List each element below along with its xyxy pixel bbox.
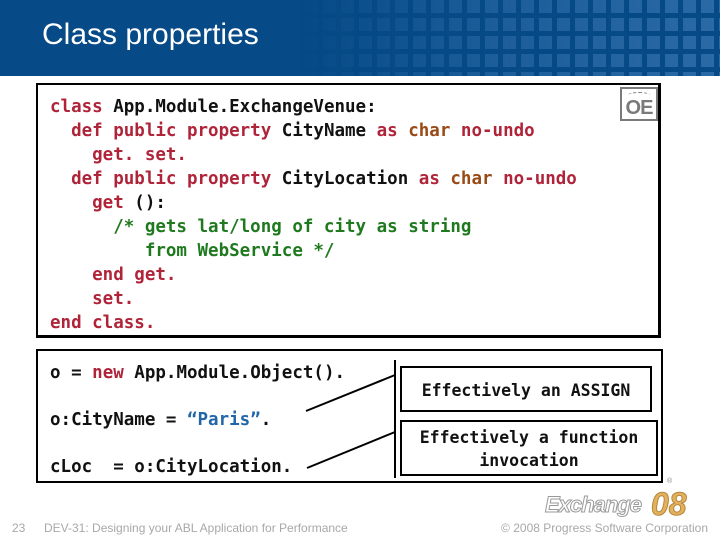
code-text: o =	[50, 363, 93, 383]
callout-bracket-function	[394, 418, 396, 478]
code-type: char	[397, 121, 451, 141]
code-line: class App.Module.ExchangeVenue:	[50, 95, 577, 119]
callout-bracket-assign	[394, 360, 396, 418]
code-text: App.Module.ExchangeVenue:	[102, 97, 377, 117]
exchange-logo-word: Exchange	[545, 492, 643, 518]
class-definition-code: class App.Module.ExchangeVenue: def publ…	[50, 95, 577, 335]
code-line: def public property CityLocation as char…	[50, 167, 577, 191]
usage-line-get-citylocation: cLoc = o:CityLocation.	[50, 457, 292, 477]
openedge-logo: OE	[620, 87, 658, 121]
code-text: .	[260, 410, 272, 430]
code-keyword: end get.	[50, 265, 177, 285]
code-keyword: set.	[50, 289, 135, 309]
code-line: from WebService */	[50, 239, 577, 263]
logo-arc-icon	[628, 92, 650, 98]
slide-header: Class properties	[0, 0, 720, 76]
code-comment: from WebService */	[50, 241, 335, 261]
code-keyword: get. set.	[50, 145, 187, 165]
header-grid-pattern	[300, 0, 720, 76]
code-comment: /* gets lat/long of city as string	[50, 217, 472, 237]
code-keyword: end class.	[50, 313, 156, 333]
footer-copyright: © 2008 Progress Software Corporation	[501, 521, 708, 535]
code-text: CityLocation	[271, 169, 419, 189]
code-line: set.	[50, 287, 577, 311]
usage-line-assign-cityname: o:CityName = “Paris”.	[50, 410, 271, 430]
code-keyword: class	[50, 97, 103, 117]
callout-assign: Effectively an ASSIGN	[400, 366, 652, 412]
code-keyword: def public property	[50, 121, 272, 141]
callout-function: Effectively a function invocation	[400, 420, 658, 476]
code-keyword: no-undo	[450, 121, 535, 141]
code-keyword: new	[92, 363, 124, 383]
code-string: “Paris”	[186, 410, 261, 430]
code-text: App.Module.Object().	[123, 363, 346, 383]
code-line: end get.	[50, 263, 577, 287]
exchange-logo-year: 08	[651, 486, 688, 523]
code-keyword: as	[418, 169, 440, 189]
code-keyword: get	[50, 193, 124, 213]
exchange-08-logo: Exchange 08 ®	[545, 478, 705, 523]
callout-function-text-line2: invocation	[479, 451, 579, 470]
slide-number: 23	[12, 521, 26, 535]
usage-line-new-object: o = new App.Module.Object().	[50, 363, 345, 383]
openedge-logo-text: OE	[625, 97, 654, 119]
code-type: char	[439, 169, 493, 189]
callout-function-text-line1: Effectively a function	[419, 428, 639, 447]
code-line: get ():	[50, 191, 577, 215]
code-keyword: as	[376, 121, 398, 141]
registered-mark: ®	[667, 478, 673, 485]
code-text: ():	[123, 193, 166, 213]
code-text: o:CityName =	[50, 410, 187, 430]
code-line: end class.	[50, 311, 577, 335]
code-keyword: def public property	[50, 169, 272, 189]
code-keyword: no-undo	[492, 169, 577, 189]
code-text: CityName	[271, 121, 377, 141]
code-line: /* gets lat/long of city as string	[50, 215, 577, 239]
slide-title: Class properties	[42, 18, 259, 51]
callout-assign-text: Effectively an ASSIGN	[421, 381, 631, 400]
code-line: get. set.	[50, 143, 577, 167]
footer-talk-title: DEV-31: Designing your ABL Application f…	[44, 521, 348, 535]
code-text: cLoc = o:CityLocation.	[50, 457, 293, 477]
code-line: def public property CityName as char no-…	[50, 119, 577, 143]
